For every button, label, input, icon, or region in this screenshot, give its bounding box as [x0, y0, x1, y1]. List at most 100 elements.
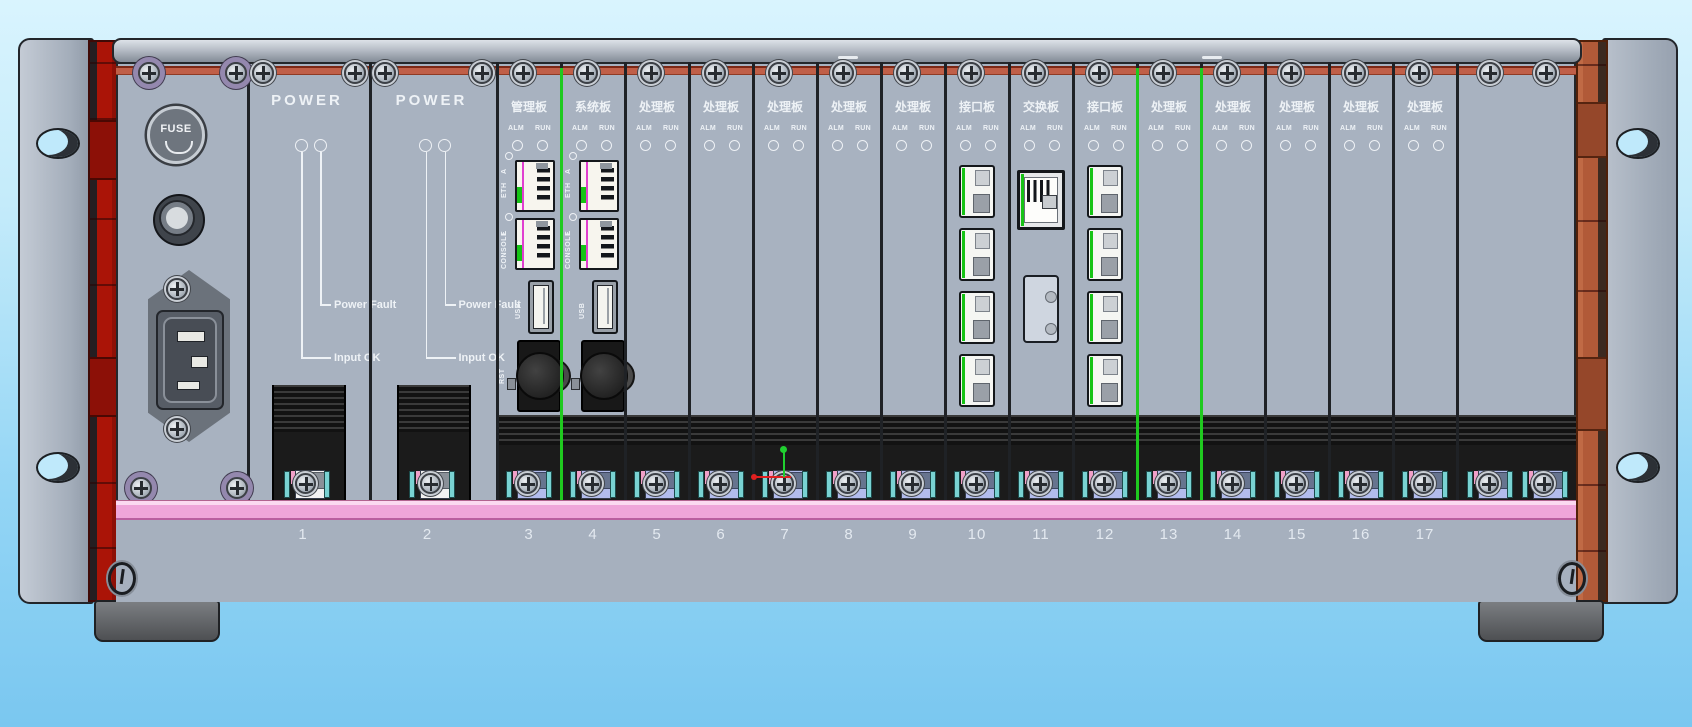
foot: [94, 600, 220, 642]
ejector-latch-clip: [802, 471, 808, 498]
latch-screw: [1533, 473, 1554, 494]
ejector-latch-clip: [1562, 471, 1568, 498]
ejector-latch-clip: [1186, 471, 1192, 498]
slot-divider: [880, 62, 883, 517]
origin-axis-y: [783, 451, 785, 477]
tab-detail: [536, 163, 548, 169]
tabTR-detail: [975, 170, 990, 186]
rj45-port: [1087, 165, 1123, 218]
slot-divider: [752, 62, 755, 517]
gline-detail: [1090, 231, 1093, 278]
ejector-latch-clip: [409, 471, 415, 498]
mag-detail: [522, 220, 524, 268]
panel-screw: [1280, 62, 1302, 84]
panel-screw: [130, 477, 152, 499]
slot-number: 6: [701, 526, 741, 543]
tabTR-detail: [975, 296, 990, 312]
reset-button[interactable]: [571, 378, 580, 390]
ejector-latch-clip: [1210, 471, 1216, 498]
input-ok-led: [419, 139, 432, 152]
led-line: [426, 152, 428, 358]
ejector-latch-clip: [1146, 471, 1152, 498]
ejector-latch-clip: [930, 471, 936, 498]
panel-screw: [1088, 62, 1110, 84]
latch-screw: [1157, 473, 1178, 494]
ejector-latch-clip: [506, 471, 512, 498]
slot-divider: [944, 62, 947, 517]
ejector-latch-clip: [1082, 471, 1088, 498]
origin-dot-green: [780, 446, 787, 453]
alm-led: [960, 140, 971, 151]
slot-divider: [369, 62, 372, 517]
ejector-latch-clip: [738, 471, 744, 498]
origin-axis-x: [755, 476, 791, 478]
rj45-port: [1087, 291, 1123, 344]
alm-led: [1280, 140, 1291, 151]
run-led: [793, 140, 804, 151]
tabTR-detail: [975, 359, 990, 375]
panel-screw: [1535, 62, 1557, 84]
midtab-detail: [1042, 195, 1057, 209]
card-guide-line: [1200, 68, 1203, 500]
slot-number: 13: [1149, 526, 1189, 543]
led-line: [445, 152, 447, 305]
slot-number: 7: [765, 526, 805, 543]
ac-inlet: [163, 317, 217, 403]
panel-screw: [471, 62, 493, 84]
alm-led: [1216, 140, 1227, 151]
console-port: [579, 218, 619, 270]
panel-screw: [252, 62, 274, 84]
run-led: [985, 140, 996, 151]
fuse-holder: FUSE: [147, 106, 205, 164]
latch-screw: [1349, 473, 1370, 494]
link-a-led: [505, 152, 513, 160]
tabTR-detail: [975, 233, 990, 249]
card-guide-line: [1136, 68, 1139, 500]
latch-pink-tab: [416, 471, 420, 484]
eth-port-label: ETH: [500, 174, 510, 198]
rail-highlight: [838, 56, 858, 59]
slot-number: 17: [1405, 526, 1445, 543]
comb-detail: [537, 168, 550, 203]
slot-divider: [1456, 62, 1459, 517]
mounting-ear-left: [18, 38, 94, 604]
ethernet-port: [579, 160, 619, 212]
panel-screw: [1216, 62, 1238, 84]
alm-led: [704, 140, 715, 151]
ejector-latch-clip: [1058, 471, 1064, 498]
comb-detail: [601, 168, 614, 203]
board-label: 处理板: [1365, 98, 1485, 115]
thumbscrew: [108, 562, 136, 595]
blkBR-detail: [1101, 257, 1118, 276]
rail-clamp: [90, 357, 118, 417]
power-fault-label: Power Fault: [334, 299, 454, 311]
run-led: [665, 140, 676, 151]
ejector-latch-clip: [698, 471, 704, 498]
ejector-latch-clip: [890, 471, 896, 498]
link-l-led: [569, 213, 577, 221]
sfp-latch-pin: [1045, 323, 1057, 335]
mag-detail: [522, 162, 524, 210]
tng-detail: [543, 288, 545, 324]
gline-detail: [962, 294, 965, 341]
comb-detail: [601, 226, 614, 261]
rj45-port: [1087, 354, 1123, 407]
ejector-latch-clip: [1507, 471, 1513, 498]
panel-screw: [576, 62, 598, 84]
run-led: [1433, 140, 1444, 151]
ejector-latch-clip: [1018, 471, 1024, 498]
mag-detail: [586, 220, 588, 268]
slot-number: 16: [1341, 526, 1381, 543]
slot-divider: [624, 62, 627, 517]
ejector-latch-clip: [546, 471, 552, 498]
mag-detail: [586, 162, 588, 210]
panel-screw: [1344, 62, 1366, 84]
alm-led: [832, 140, 843, 151]
port-a-label: A: [564, 162, 574, 174]
console-port-label: CONSOLE: [564, 223, 574, 269]
rack-hole: [1616, 128, 1660, 159]
reset-button[interactable]: [507, 378, 516, 390]
panel-screw: [704, 62, 726, 84]
slot-number: 9: [893, 526, 933, 543]
slot-number: 8: [829, 526, 869, 543]
